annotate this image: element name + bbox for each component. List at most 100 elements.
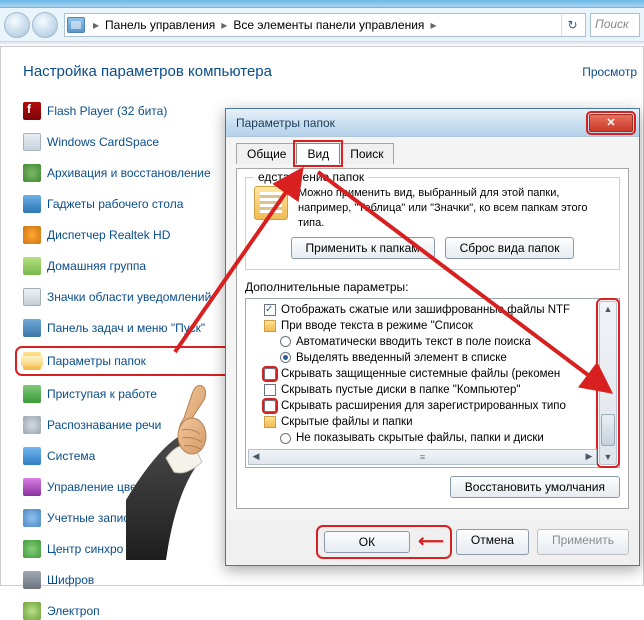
folder-small-icon bbox=[264, 320, 276, 332]
nav-back-button[interactable] bbox=[4, 12, 30, 38]
opt-select-typed[interactable]: Выделять введенный элемент в списке bbox=[280, 350, 597, 366]
cp-item-label: Архивация и восстановление bbox=[47, 166, 211, 180]
opt-dont-show-hidden[interactable]: Не показывать скрытые файлы, папки и дис… bbox=[280, 430, 597, 446]
cp-item-label: Гаджеты рабочего стола bbox=[47, 197, 183, 211]
apply-button[interactable]: Применить bbox=[537, 529, 629, 555]
apply-to-folders-button[interactable]: Применить к папкам bbox=[291, 237, 435, 259]
scroll-up-icon[interactable]: ▲ bbox=[600, 302, 616, 316]
cp-item-label: Параметры папок bbox=[47, 354, 146, 368]
cp-item-label: Шифров bbox=[47, 573, 94, 587]
opt-show-compressed[interactable]: Отображать сжатые или зашифрованные файл… bbox=[264, 302, 597, 318]
scroll-thumb[interactable] bbox=[601, 414, 615, 446]
users-icon bbox=[23, 509, 41, 527]
address-bar[interactable]: ▸ Панель управления ▸ Все элементы панел… bbox=[64, 13, 586, 37]
cp-item-label: Windows CardSpace bbox=[47, 135, 159, 149]
tab-search[interactable]: Поиск bbox=[339, 143, 394, 164]
breadcrumb[interactable]: Панель управления bbox=[101, 18, 219, 32]
opt-label: Скрывать расширения для зарегистрированн… bbox=[281, 398, 566, 414]
radio-icon[interactable] bbox=[280, 433, 291, 444]
crumb-sep-icon: ▸ bbox=[91, 18, 101, 32]
dialog-footer-highlight: ОК ⟵ bbox=[320, 529, 448, 555]
view-mode-label[interactable]: Просмотр bbox=[582, 65, 637, 79]
cp-item-power[interactable]: Электроп bbox=[23, 602, 631, 620]
scroll-right-icon[interactable]: ▶ bbox=[582, 450, 596, 464]
opt-label: Автоматически вводить текст в поле поиск… bbox=[296, 334, 531, 350]
cp-item-label: Домашняя группа bbox=[47, 259, 146, 273]
folder-views-group-title: едставление папок bbox=[254, 170, 368, 184]
opt-typing-mode: При вводе текста в режиме "Список bbox=[264, 318, 597, 334]
cp-item-label: Flash Player (32 бита) bbox=[47, 104, 167, 118]
crumb-sep-icon: ▸ bbox=[219, 18, 229, 32]
cp-item-label: Приступая к работе bbox=[47, 387, 157, 401]
folder-options-dialog: Параметры папок ✕ Общие Вид Поиск едстав… bbox=[225, 108, 640, 566]
arrow-to-ok-icon: ⟵ bbox=[418, 531, 444, 552]
cp-item-encryption[interactable]: Шифров bbox=[23, 571, 631, 589]
cardspace-icon bbox=[23, 133, 41, 151]
opt-hidden-files: Скрытые файлы и папки bbox=[264, 414, 597, 430]
tab-view[interactable]: Вид bbox=[296, 143, 340, 164]
checkbox-icon[interactable] bbox=[264, 400, 276, 412]
flash-icon bbox=[23, 102, 41, 120]
crumb-sep-icon: ▸ bbox=[428, 18, 438, 32]
page-title: Настройка параметров компьютера bbox=[23, 63, 631, 80]
scroll-down-icon[interactable]: ▼ bbox=[600, 450, 616, 464]
opt-label: Скрывать пустые диски в папке "Компьютер… bbox=[281, 382, 520, 398]
scroll-track[interactable]: ≡ bbox=[263, 450, 582, 464]
nav-forward-button[interactable] bbox=[32, 12, 58, 38]
realtek-icon bbox=[23, 226, 41, 244]
opt-label: Отображать сжатые или зашифрованные файл… bbox=[281, 302, 570, 318]
opt-label: Не показывать скрытые файлы, папки и дис… bbox=[296, 430, 544, 446]
tray-icon bbox=[23, 288, 41, 306]
ok-button[interactable]: ОК bbox=[324, 531, 410, 553]
checkbox-icon[interactable] bbox=[264, 368, 276, 380]
opt-hide-protected[interactable]: Скрывать защищенные системные файлы (рек… bbox=[264, 366, 597, 382]
cp-item-label: Панель задач и меню "Пуск" bbox=[47, 321, 205, 335]
search-input[interactable]: Поиск bbox=[590, 13, 640, 37]
cp-item-label: Центр синхро bbox=[47, 542, 123, 556]
opt-hide-extensions[interactable]: Скрывать расширения для зарегистрированн… bbox=[264, 398, 597, 414]
folder-small-icon bbox=[264, 416, 276, 428]
tab-general[interactable]: Общие bbox=[236, 143, 297, 164]
power-icon bbox=[23, 602, 41, 620]
advanced-settings-tree: Отображать сжатые или зашифрованные файл… bbox=[245, 298, 620, 468]
cp-item-label: Электроп bbox=[47, 604, 100, 618]
homegroup-icon bbox=[23, 257, 41, 275]
cp-item-label: Система bbox=[47, 449, 95, 463]
cancel-button[interactable]: Отмена bbox=[456, 529, 529, 555]
cp-item-label: Учетные записи п bbox=[47, 511, 146, 525]
folder-icon bbox=[23, 352, 41, 370]
opt-label: При вводе текста в режиме "Список bbox=[281, 318, 473, 334]
tree-vertical-scrollbar[interactable]: ▲ ▼ bbox=[599, 301, 617, 465]
restore-defaults-button[interactable]: Восстановить умолчания bbox=[450, 476, 620, 498]
advanced-settings-label: Дополнительные параметры: bbox=[245, 280, 620, 294]
control-panel-icon bbox=[67, 17, 85, 33]
folder-view-desc: Можно применить вид, выбранный для этой … bbox=[298, 186, 611, 231]
radio-icon[interactable] bbox=[280, 352, 291, 363]
opt-label: Скрывать защищенные системные файлы (рек… bbox=[281, 366, 560, 382]
close-button[interactable]: ✕ bbox=[589, 114, 633, 132]
scroll-left-icon[interactable]: ◀ bbox=[249, 450, 263, 464]
tree-horizontal-scrollbar[interactable]: ◀ ≡ ▶ bbox=[248, 449, 597, 465]
dialog-title: Параметры папок bbox=[236, 116, 589, 130]
opt-label: Скрытые файлы и папки bbox=[281, 414, 413, 430]
taskbar-icon bbox=[23, 319, 41, 337]
radio-icon[interactable] bbox=[280, 336, 291, 347]
speech-icon bbox=[23, 416, 41, 434]
cp-item-label: Распознавание речи bbox=[47, 418, 161, 432]
folder-view-icon bbox=[254, 186, 288, 220]
cp-item-label: Управление цветом bbox=[47, 480, 157, 494]
color-icon bbox=[23, 478, 41, 496]
refresh-icon[interactable]: ↻ bbox=[561, 14, 583, 36]
opt-hide-empty-drives[interactable]: Скрывать пустые диски в папке "Компьютер… bbox=[264, 382, 597, 398]
checkbox-icon[interactable] bbox=[264, 384, 276, 396]
gadget-icon bbox=[23, 195, 41, 213]
checkbox-icon[interactable] bbox=[264, 304, 276, 316]
cp-item-label: Значки области уведомлений bbox=[47, 290, 211, 304]
getstarted-icon bbox=[23, 385, 41, 403]
reset-folders-button[interactable]: Сброс вида папок bbox=[445, 237, 575, 259]
breadcrumb[interactable]: Все элементы панели управления bbox=[229, 18, 428, 32]
sync-icon bbox=[23, 540, 41, 558]
opt-label: Выделять введенный элемент в списке bbox=[296, 350, 507, 366]
system-icon bbox=[23, 447, 41, 465]
opt-auto-type-search[interactable]: Автоматически вводить текст в поле поиск… bbox=[280, 334, 597, 350]
